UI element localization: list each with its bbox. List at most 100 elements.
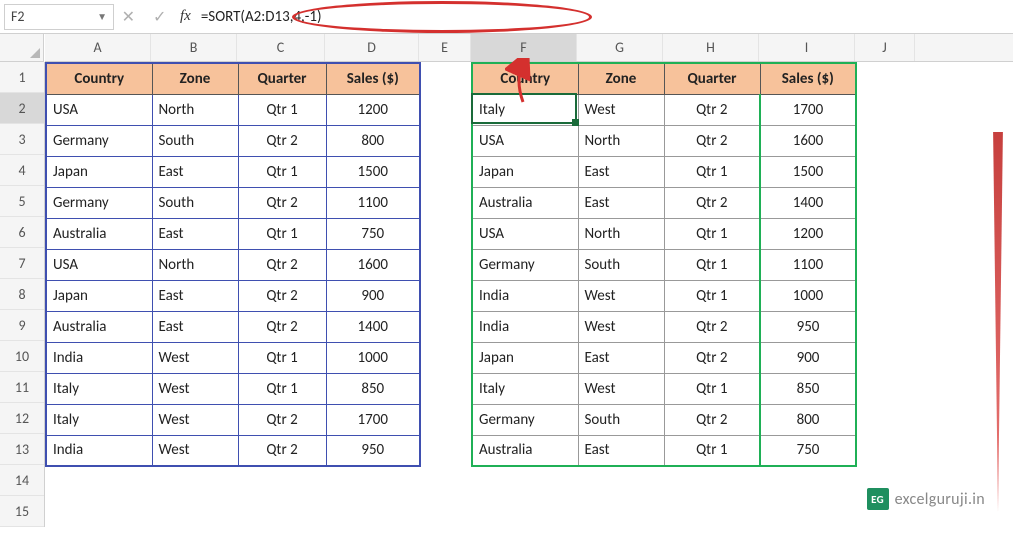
- cell[interactable]: Qtr 1: [238, 218, 326, 249]
- cell[interactable]: 1000: [760, 280, 856, 311]
- cell[interactable]: India: [472, 280, 578, 311]
- column-header-F[interactable]: F: [471, 34, 577, 61]
- cell[interactable]: 1700: [760, 94, 856, 125]
- cell[interactable]: 1600: [760, 125, 856, 156]
- cell[interactable]: 1700: [326, 404, 420, 435]
- cell[interactable]: Australia: [46, 218, 152, 249]
- cell[interactable]: North: [152, 94, 238, 125]
- cell[interactable]: West: [152, 342, 238, 373]
- cell[interactable]: East: [152, 311, 238, 342]
- cell[interactable]: Qtr 2: [238, 435, 326, 466]
- cell[interactable]: Qtr 1: [238, 156, 326, 187]
- cell[interactable]: Germany: [472, 404, 578, 435]
- row-header-5[interactable]: 5: [0, 186, 44, 217]
- cell[interactable]: Qtr 2: [664, 187, 760, 218]
- cell[interactable]: East: [578, 342, 664, 373]
- chevron-down-icon[interactable]: ▼: [97, 10, 107, 23]
- cell[interactable]: Italy: [46, 404, 152, 435]
- cell[interactable]: East: [152, 218, 238, 249]
- cell[interactable]: South: [578, 404, 664, 435]
- cell[interactable]: North: [578, 125, 664, 156]
- cell[interactable]: East: [152, 280, 238, 311]
- enter-icon[interactable]: ✓: [149, 7, 170, 27]
- cell[interactable]: South: [152, 187, 238, 218]
- column-header-J[interactable]: J: [855, 34, 915, 61]
- name-box[interactable]: F2 ▼: [4, 4, 114, 30]
- cell[interactable]: Qtr 1: [664, 249, 760, 280]
- cell[interactable]: Qtr 1: [238, 373, 326, 404]
- cell[interactable]: India: [46, 435, 152, 466]
- cell[interactable]: 1200: [326, 94, 420, 125]
- cell[interactable]: Qtr 1: [664, 373, 760, 404]
- row-header-11[interactable]: 11: [0, 372, 44, 403]
- cell[interactable]: USA: [472, 218, 578, 249]
- row-header-1[interactable]: 1: [0, 62, 44, 93]
- cell[interactable]: Germany: [472, 249, 578, 280]
- column-header-A[interactable]: A: [45, 34, 151, 61]
- cell[interactable]: East: [578, 435, 664, 466]
- cell[interactable]: Qtr 2: [664, 342, 760, 373]
- cell[interactable]: North: [152, 249, 238, 280]
- cell[interactable]: 1500: [760, 156, 856, 187]
- cell[interactable]: Japan: [472, 342, 578, 373]
- column-header-C[interactable]: C: [237, 34, 325, 61]
- row-header-3[interactable]: 3: [0, 124, 44, 155]
- column-header-G[interactable]: G: [577, 34, 663, 61]
- column-header-B[interactable]: B: [151, 34, 237, 61]
- row-header-7[interactable]: 7: [0, 248, 44, 279]
- cell[interactable]: 1100: [760, 249, 856, 280]
- cell[interactable]: East: [578, 187, 664, 218]
- cell[interactable]: Italy: [472, 373, 578, 404]
- row-header-6[interactable]: 6: [0, 217, 44, 248]
- row-header-10[interactable]: 10: [0, 341, 44, 372]
- row-header-4[interactable]: 4: [0, 155, 44, 186]
- cell[interactable]: 1600: [326, 249, 420, 280]
- select-all-corner[interactable]: [0, 34, 44, 62]
- cancel-icon[interactable]: ✕: [118, 7, 139, 27]
- cell[interactable]: East: [152, 156, 238, 187]
- cell[interactable]: 800: [326, 125, 420, 156]
- formula-input[interactable]: =SORT(A2:D13,4,-1): [197, 4, 1013, 30]
- cell[interactable]: East: [578, 156, 664, 187]
- row-header-2[interactable]: 2: [0, 93, 44, 124]
- cell[interactable]: 1400: [326, 311, 420, 342]
- cell[interactable]: Australia: [472, 187, 578, 218]
- row-header-8[interactable]: 8: [0, 279, 44, 310]
- cell[interactable]: Qtr 2: [238, 125, 326, 156]
- column-header-D[interactable]: D: [325, 34, 419, 61]
- cell[interactable]: 1000: [326, 342, 420, 373]
- cell[interactable]: USA: [46, 94, 152, 125]
- cell[interactable]: 1500: [326, 156, 420, 187]
- cell[interactable]: Japan: [46, 156, 152, 187]
- cell[interactable]: Australia: [46, 311, 152, 342]
- cell[interactable]: Qtr 2: [238, 404, 326, 435]
- cell[interactable]: 1200: [760, 218, 856, 249]
- cell[interactable]: 900: [760, 342, 856, 373]
- cell[interactable]: Germany: [46, 125, 152, 156]
- cell[interactable]: Qtr 2: [238, 187, 326, 218]
- cell[interactable]: West: [578, 280, 664, 311]
- cell[interactable]: Qtr 1: [664, 435, 760, 466]
- cell[interactable]: Qtr 1: [238, 342, 326, 373]
- column-header-E[interactable]: E: [419, 34, 471, 61]
- cell[interactable]: Qtr 2: [664, 311, 760, 342]
- cell[interactable]: 800: [760, 404, 856, 435]
- column-header-H[interactable]: H: [663, 34, 759, 61]
- row-header-15[interactable]: 15: [0, 496, 44, 527]
- cell[interactable]: North: [578, 218, 664, 249]
- cell[interactable]: 750: [760, 435, 856, 466]
- cell[interactable]: West: [152, 373, 238, 404]
- cell[interactable]: Qtr 1: [664, 156, 760, 187]
- row-header-12[interactable]: 12: [0, 403, 44, 434]
- cell[interactable]: Japan: [472, 156, 578, 187]
- cell[interactable]: Qtr 1: [664, 218, 760, 249]
- cell[interactable]: West: [578, 94, 664, 125]
- cell[interactable]: Italy: [472, 94, 578, 125]
- cell[interactable]: Australia: [472, 435, 578, 466]
- cell[interactable]: 750: [326, 218, 420, 249]
- row-header-13[interactable]: 13: [0, 434, 44, 465]
- cell[interactable]: 1100: [326, 187, 420, 218]
- cell[interactable]: Qtr 1: [238, 94, 326, 125]
- cell[interactable]: 1400: [760, 187, 856, 218]
- cell[interactable]: 950: [760, 311, 856, 342]
